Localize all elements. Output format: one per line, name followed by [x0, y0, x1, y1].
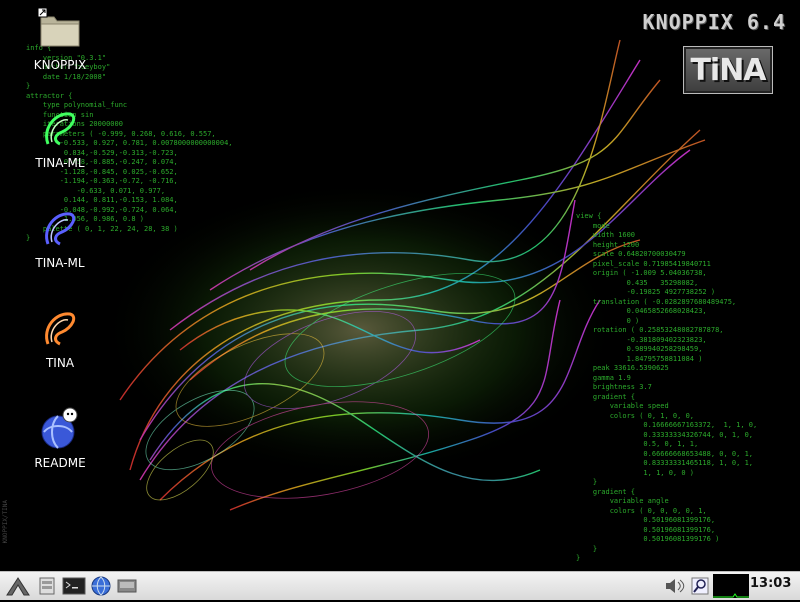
desktop-icon-tina-ml-green[interactable]: TINA-ML [20, 106, 100, 170]
tina-logo-text: TiNA [690, 52, 766, 88]
start-menu-icon [6, 577, 30, 596]
volume-button[interactable] [664, 575, 686, 597]
tina-orange-icon [45, 312, 76, 346]
search-button[interactable] [690, 575, 710, 597]
desktop-icon-label: TINA-ML [35, 256, 85, 270]
desktop-icon-label: TINA-ML [35, 156, 85, 170]
terminal-button[interactable] [61, 575, 87, 597]
cpu-monitor [713, 574, 749, 598]
volume-icon [666, 579, 685, 593]
search-icon [691, 577, 709, 595]
desktop-icon-tina-ml-blue[interactable]: TINA-ML [20, 206, 100, 270]
desktop-icon-knoppix[interactable]: KNOPPIX [20, 8, 100, 72]
show-desktop-icon [117, 579, 137, 593]
side-tag: KNOPPIX/TINA [2, 500, 9, 544]
file-manager-button[interactable] [36, 575, 58, 597]
readme-globe-icon [41, 407, 78, 449]
start-menu-button[interactable] [4, 575, 32, 597]
file-manager-icon [39, 577, 55, 595]
attractor-code-right: view { mode width 1600 height 1200 scale… [576, 212, 758, 562]
web-browser-icon [91, 576, 111, 596]
distro-brand: KNOPPIX 6.4 [642, 10, 786, 34]
desktop: KNOPPIX 6.4 TiNA info { version "0.3.1" … [0, 0, 800, 571]
taskbar: 13:03 [0, 571, 800, 600]
tina-logo: TiNA [683, 46, 773, 94]
web-browser-button[interactable] [90, 575, 112, 597]
tina-ml-blue-icon [45, 212, 76, 246]
folder-icon [38, 8, 80, 47]
tina-ml-green-icon [45, 112, 76, 146]
desktop-icon-label: TINA [45, 356, 75, 370]
desktop-icon-label: KNOPPIX [33, 58, 87, 72]
desktop-icon-tina[interactable]: TINA [20, 306, 100, 370]
desktop-icon-label: README [34, 456, 86, 470]
desktop-icon-readme[interactable]: README [20, 406, 100, 470]
terminal-icon [62, 577, 86, 595]
clock[interactable]: 13:03 [750, 576, 791, 591]
show-desktop-button[interactable] [116, 575, 138, 597]
